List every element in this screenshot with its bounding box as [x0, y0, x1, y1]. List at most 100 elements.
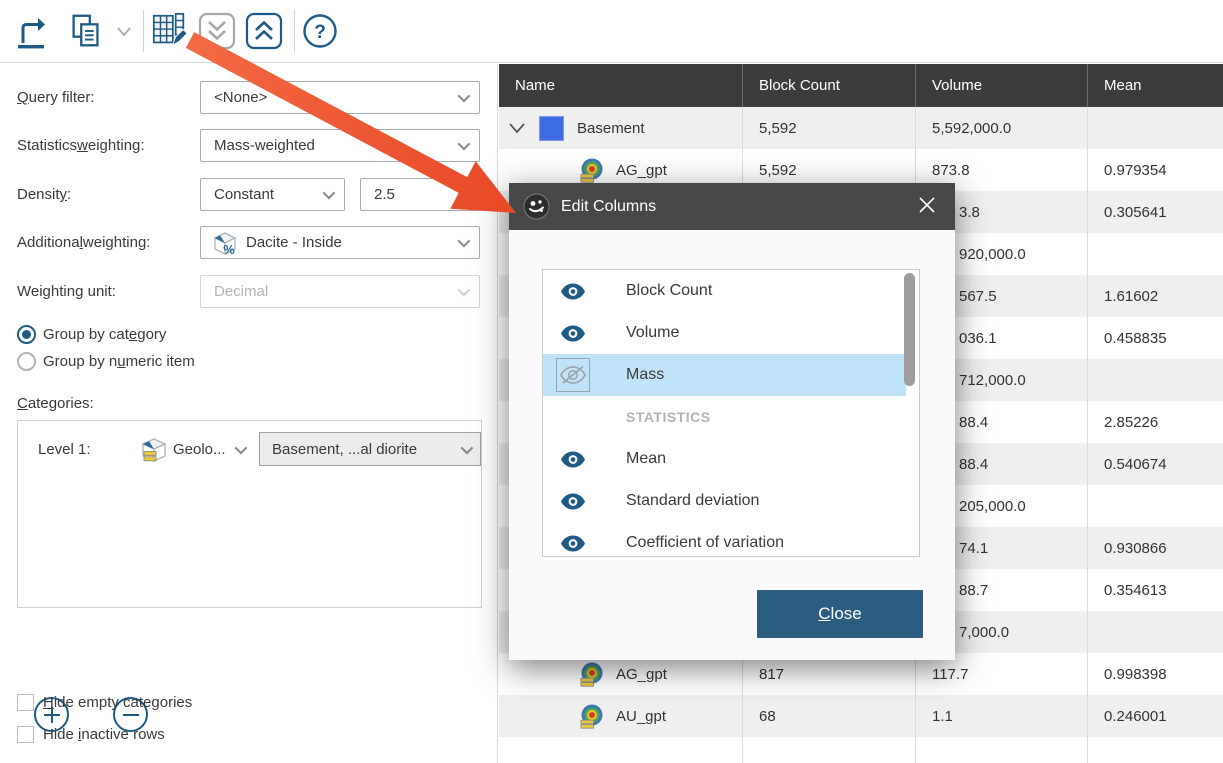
column-header-name[interactable]: Name: [499, 64, 742, 107]
cell-mean: 0.998398: [1087, 653, 1223, 695]
chevron-double-up-icon: [244, 11, 284, 51]
cell-mean: [1087, 359, 1223, 401]
block-model-icon: [140, 435, 168, 464]
cell-mean: 0.458835: [1087, 317, 1223, 359]
toolbar-separator: [294, 10, 295, 52]
visibility-eye-icon[interactable]: [560, 283, 586, 300]
visibility-toggle[interactable]: [556, 358, 590, 392]
visibility-eye-icon[interactable]: [560, 493, 586, 510]
hide-empty-categories-checkbox[interactable]: [17, 694, 34, 711]
weighting-unit-select: Decimal: [200, 275, 480, 308]
categories-label: Categories:: [17, 387, 94, 420]
density-type-select[interactable]: Constant: [200, 178, 345, 211]
column-visibility-list: Block Count Volume MassSTATISTICS Mean S…: [542, 269, 920, 557]
table-row-group[interactable]: Basement5,5925,592,000.0: [499, 107, 1223, 149]
dialog-close-button[interactable]: [913, 191, 941, 222]
edit-columns-button[interactable]: [150, 11, 190, 51]
statistics-weighting-select[interactable]: Mass-weighted: [200, 129, 480, 162]
visibility-eye-icon[interactable]: [560, 535, 586, 552]
query-filter-select[interactable]: <None>: [200, 81, 480, 114]
group-by-category-radio[interactable]: [17, 325, 36, 344]
visibility-eye-icon[interactable]: [560, 325, 586, 342]
chevron-down-icon: [458, 235, 471, 248]
cell-mean: 0.354613: [1087, 569, 1223, 611]
column-list-label: Block Count: [626, 282, 712, 300]
visibility-toggle[interactable]: [556, 526, 590, 557]
open-in-new-window-button[interactable]: [10, 11, 50, 51]
close-icon: [917, 195, 937, 215]
column-header-mean[interactable]: Mean: [1087, 64, 1223, 107]
additional-weighting-select[interactable]: % Dacite - Inside: [200, 226, 480, 259]
dialog-titlebar[interactable]: Edit Columns: [509, 183, 955, 230]
edit-columns-icon: [150, 10, 190, 52]
cell-mean: 0.979354: [1087, 149, 1223, 191]
hide-empty-categories-label: Hide empty categories: [43, 694, 192, 711]
cell-mean: 2.85226: [1087, 401, 1223, 443]
cell-mean: 0.930866: [1087, 527, 1223, 569]
column-list-item-block-count[interactable]: Block Count: [543, 270, 906, 312]
cell-volume: [915, 737, 1087, 763]
column-list-item-mean[interactable]: Mean: [543, 438, 906, 480]
level1-column-select[interactable]: Geolo...: [140, 432, 244, 466]
numeric-item-icon: [578, 703, 605, 730]
help-button[interactable]: ?: [300, 11, 340, 51]
group-by-numeric-item-label: Group by numeric item: [43, 353, 195, 370]
app-logo-icon: [523, 193, 550, 220]
column-header-volume[interactable]: Volume: [915, 64, 1087, 107]
column-list-item-coefficient-of-variation[interactable]: Coefficient of variation: [543, 522, 906, 557]
visibility-toggle: [556, 400, 590, 434]
additional-weighting-label: Additional weighting:: [17, 226, 150, 259]
numeric-item-icon: [578, 157, 605, 184]
scrollbar-thumb[interactable]: [904, 273, 915, 386]
column-list-item-mass[interactable]: Mass: [543, 354, 906, 396]
cell-block-count: 68: [742, 695, 915, 737]
category-color-swatch: [539, 116, 564, 141]
copy-button[interactable]: [66, 11, 106, 51]
level1-values-select[interactable]: Basement, ...al diorite: [259, 432, 481, 466]
hide-inactive-rows-checkbox[interactable]: [17, 726, 34, 743]
item-name: AG_gpt: [616, 162, 667, 179]
close-button[interactable]: Close: [757, 590, 923, 638]
weighting-unit-label: Weighting unit:: [17, 275, 116, 308]
move-up-all-button[interactable]: [244, 11, 284, 51]
cell-mean: [1087, 611, 1223, 653]
numeric-item-icon: [578, 661, 605, 688]
chevron-down-icon: [458, 187, 471, 200]
percent-cube-icon: %: [212, 230, 238, 256]
cell-name: Basement: [499, 107, 742, 149]
visibility-eye-icon[interactable]: [560, 451, 586, 468]
open-in-new-window-icon: [11, 11, 49, 51]
chevron-down-icon: [323, 187, 336, 200]
cell-mean: 0.246001: [1087, 695, 1223, 737]
statistics-settings-panel: Query filter: <None> Statistics weightin…: [0, 64, 498, 763]
visibility-eye-off-icon[interactable]: [560, 365, 586, 385]
column-header-block-count[interactable]: Block Count: [742, 64, 915, 107]
copy-options-dropdown[interactable]: [112, 11, 136, 51]
level1-label: Level 1:: [38, 432, 91, 466]
category-name: Basement: [577, 120, 645, 137]
cell-mean: [1087, 485, 1223, 527]
table-row[interactable]: [499, 737, 1223, 763]
column-list-label: Mean: [626, 450, 666, 468]
chevron-down-icon[interactable]: [508, 122, 526, 134]
visibility-toggle[interactable]: [556, 442, 590, 476]
dialog-title: Edit Columns: [561, 198, 656, 216]
cell-volume: 5,592,000.0: [915, 107, 1087, 149]
move-down-all-button[interactable]: [197, 11, 237, 51]
cell-block-count: [742, 737, 915, 763]
chevron-down-icon: [116, 26, 132, 37]
chevron-down-icon: [461, 442, 474, 455]
density-value-select[interactable]: 2.5: [360, 178, 480, 211]
table-row[interactable]: AU_gpt681.10.246001: [499, 695, 1223, 737]
cell-name: [499, 737, 742, 763]
column-list-item-volume[interactable]: Volume: [543, 312, 906, 354]
column-list-item-standard-deviation[interactable]: Standard deviation: [543, 480, 906, 522]
hide-inactive-rows-label: Hide inactive rows: [43, 726, 165, 743]
group-by-numeric-item-radio[interactable]: [17, 352, 36, 371]
item-name: AU_gpt: [616, 708, 666, 725]
column-list-label: Mass: [626, 366, 664, 384]
visibility-toggle[interactable]: [556, 316, 590, 350]
item-name: AG_gpt: [616, 666, 667, 683]
visibility-toggle[interactable]: [556, 484, 590, 518]
visibility-toggle[interactable]: [556, 274, 590, 308]
